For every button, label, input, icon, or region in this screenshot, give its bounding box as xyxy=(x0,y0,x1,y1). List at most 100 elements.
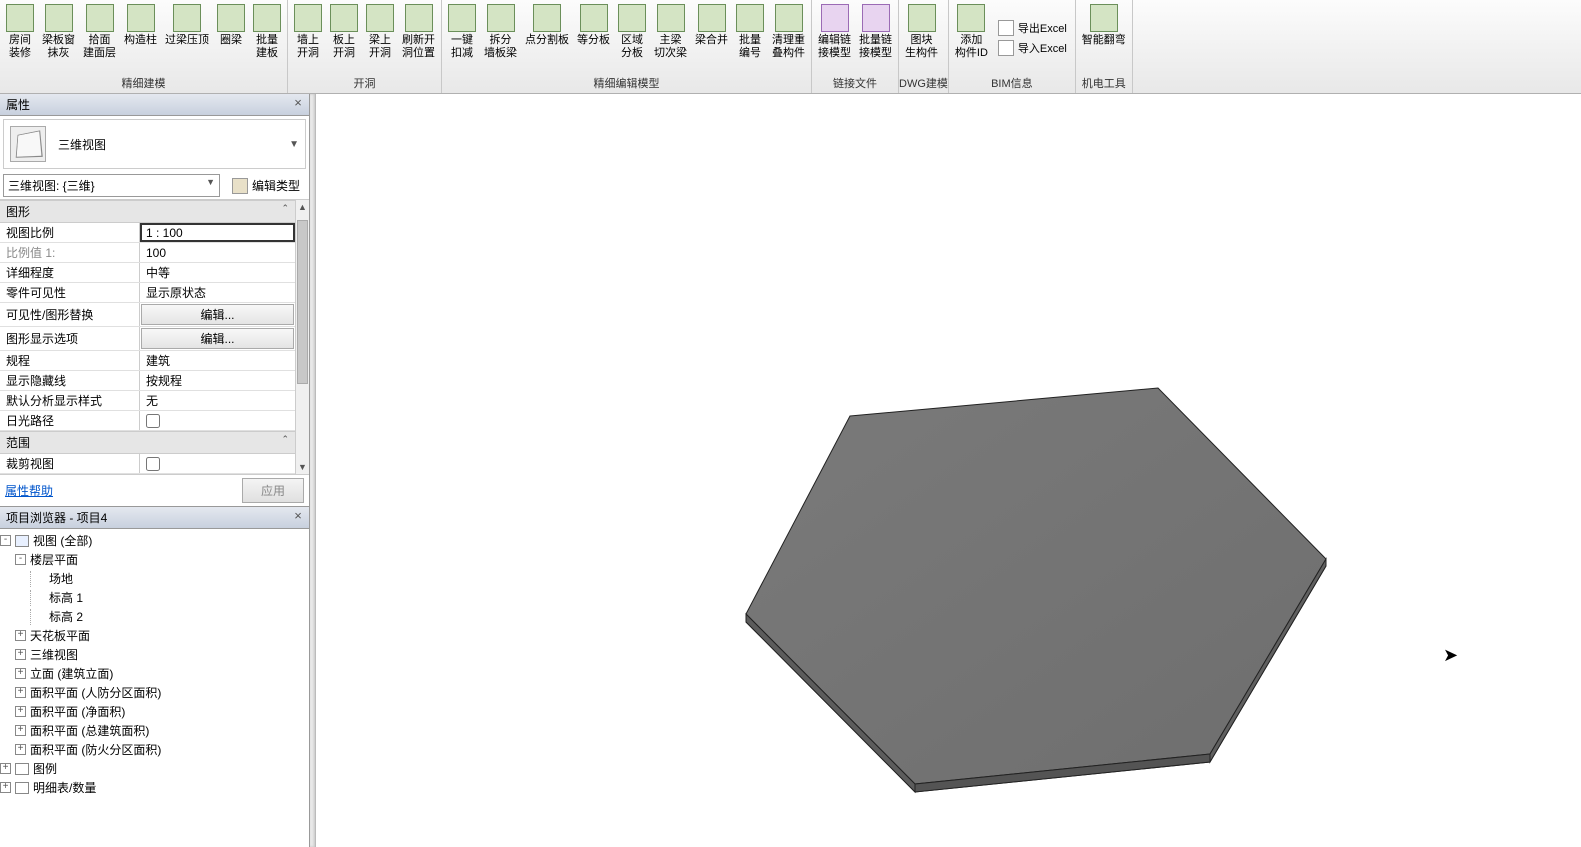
tree-node[interactable]: -楼层平面 xyxy=(0,550,309,569)
property-edit-button[interactable]: 编辑... xyxy=(141,304,294,325)
tree-node[interactable]: +图例 xyxy=(0,759,309,778)
close-icon[interactable]: × xyxy=(290,508,306,524)
property-value[interactable]: 建筑 xyxy=(140,351,295,370)
tool-icon xyxy=(253,4,281,32)
property-value[interactable]: 无 xyxy=(140,391,295,410)
tree-node[interactable]: + 面积平面 (防火分区面积) xyxy=(0,740,309,759)
property-row: 显示隐藏线按规程 xyxy=(0,371,295,391)
tree-node[interactable]: +三维视图 xyxy=(0,645,309,664)
ribbon-button[interactable]: 添加 构件ID xyxy=(951,2,992,73)
property-value[interactable]: 1 : 100 xyxy=(140,223,295,242)
ribbon-small-button[interactable]: 导入Excel xyxy=(992,38,1073,58)
ribbon-button-label: 主梁 切次梁 xyxy=(654,34,687,60)
property-category-header[interactable]: 图形⌃ xyxy=(0,200,295,223)
property-value[interactable]: 显示原状态 xyxy=(140,283,295,302)
tool-icon xyxy=(775,4,803,32)
excel-icon xyxy=(998,20,1014,36)
expand-icon[interactable]: + xyxy=(15,630,26,641)
tool-icon xyxy=(86,4,114,32)
view-canvas[interactable]: ➤ xyxy=(310,94,1581,847)
ribbon-button[interactable]: 图块 生构件 xyxy=(901,2,942,73)
scrollbar-thumb[interactable] xyxy=(297,220,308,384)
ribbon-small-label: 导出Excel xyxy=(1018,20,1067,36)
ribbon-button[interactable]: 智能翻弯 xyxy=(1078,2,1130,73)
ribbon-button[interactable]: 梁合并 xyxy=(691,2,732,73)
property-category-header[interactable]: 范围⌃ xyxy=(0,431,295,454)
ribbon-button[interactable]: 房间 装修 xyxy=(2,2,38,73)
project-browser-tree[interactable]: -视图 (全部)-楼层平面场地标高 1 标高 2+天花板平面+三维视图+立面 (建… xyxy=(0,529,309,847)
property-value[interactable]: 中等 xyxy=(140,263,295,282)
tree-node[interactable]: +天花板平面 xyxy=(0,626,309,645)
property-value[interactable] xyxy=(140,411,295,430)
apply-button[interactable]: 应用 xyxy=(242,478,304,503)
ribbon-button-label: 圈梁 xyxy=(220,34,242,47)
expand-icon[interactable]: + xyxy=(15,687,26,698)
edit-type-button[interactable]: 编辑类型 xyxy=(226,175,306,196)
tree-node[interactable]: +面积平面 (总建筑面积) xyxy=(0,721,309,740)
ribbon-button[interactable]: 梁板窗 抹灰 xyxy=(38,2,79,73)
expand-icon[interactable]: + xyxy=(0,782,11,793)
tree-node[interactable]: 场地 xyxy=(0,569,309,588)
expand-icon[interactable]: + xyxy=(0,763,11,774)
ribbon-button[interactable]: 批量 编号 xyxy=(732,2,768,73)
properties-help-link[interactable]: 属性帮助 xyxy=(5,482,53,499)
ribbon-button[interactable]: 过梁压顶 xyxy=(161,2,213,73)
ribbon-button[interactable]: 点分割板 xyxy=(521,2,573,73)
ribbon-button[interactable]: 梁上 开洞 xyxy=(362,2,398,73)
ribbon-button[interactable]: 清理重 叠构件 xyxy=(768,2,809,73)
tree-node[interactable]: +明细表/数量 xyxy=(0,778,309,797)
scroll-up-icon[interactable]: ▲ xyxy=(296,200,309,214)
type-selector[interactable]: 三维视图 ▼ xyxy=(3,119,306,169)
close-icon[interactable]: × xyxy=(290,95,306,111)
ribbon-button-label: 拾面 建面层 xyxy=(83,34,116,60)
ribbon-button[interactable]: 主梁 切次梁 xyxy=(650,2,691,73)
collapse-icon[interactable]: - xyxy=(15,554,26,565)
ribbon-button[interactable]: 批量 建板 xyxy=(249,2,285,73)
tree-node[interactable]: -视图 (全部) xyxy=(0,531,309,550)
ribbon-button[interactable]: 圈梁 xyxy=(213,2,249,73)
collapse-icon[interactable]: - xyxy=(0,535,11,546)
ribbon-small-button[interactable]: 导出Excel xyxy=(992,18,1073,38)
property-edit-button[interactable]: 编辑... xyxy=(141,328,294,349)
ribbon-button[interactable]: 板上 开洞 xyxy=(326,2,362,73)
ribbon-button[interactable]: 一键 扣减 xyxy=(444,2,480,73)
tool-icon xyxy=(1090,4,1118,32)
collapse-icon[interactable]: ⌃ xyxy=(281,203,289,214)
property-checkbox[interactable] xyxy=(146,457,160,471)
tree-node[interactable]: 标高 1 xyxy=(0,588,309,607)
ribbon-button[interactable]: 区域 分板 xyxy=(614,2,650,73)
property-value[interactable] xyxy=(140,454,295,473)
ribbon-group-title: DWG建模 xyxy=(899,73,948,93)
expand-icon[interactable]: + xyxy=(15,725,26,736)
property-value[interactable]: 按规程 xyxy=(140,371,295,390)
property-checkbox[interactable] xyxy=(146,414,160,428)
instance-dropdown[interactable]: 三维视图: {三维} ▼ xyxy=(3,174,220,197)
tool-icon xyxy=(217,4,245,32)
tool-icon xyxy=(330,4,358,32)
collapse-icon[interactable]: ⌃ xyxy=(281,434,289,445)
ribbon-button[interactable]: 拾面 建面层 xyxy=(79,2,120,73)
ribbon-button[interactable]: 编辑链 接模型 xyxy=(814,2,855,73)
tree-node-label: 标高 1 xyxy=(49,589,83,606)
ribbon-button[interactable]: 批量链 接模型 xyxy=(855,2,896,73)
expand-icon[interactable]: + xyxy=(15,668,26,679)
scrollbar[interactable]: ▲ ▼ xyxy=(295,200,309,474)
tree-node[interactable]: +面积平面 (净面积) xyxy=(0,702,309,721)
scroll-down-icon[interactable]: ▼ xyxy=(296,460,309,474)
ribbon-button[interactable]: 等分板 xyxy=(573,2,614,73)
expand-icon[interactable]: + xyxy=(15,706,26,717)
tree-node[interactable]: +立面 (建筑立面) xyxy=(0,664,309,683)
ribbon-button[interactable]: 墙上 开洞 xyxy=(290,2,326,73)
tree-node[interactable]: +面积平面 (人防分区面积) xyxy=(0,683,309,702)
expand-icon[interactable]: + xyxy=(15,649,26,660)
property-value[interactable]: 100 xyxy=(140,243,295,262)
ribbon-button[interactable]: 构造柱 xyxy=(120,2,161,73)
tree-node-label: 面积平面 (防火分区面积) xyxy=(30,741,161,758)
tree-node[interactable]: 标高 2 xyxy=(0,607,309,626)
project-browser-panel: 项目浏览器 - 项目4 × -视图 (全部)-楼层平面场地标高 1标高 2+天花… xyxy=(0,507,309,847)
ribbon-button[interactable]: 拆分 墙板梁 xyxy=(480,2,521,73)
tool-icon xyxy=(821,4,849,32)
tree-node-label: 标高 2 xyxy=(49,608,83,625)
expand-icon[interactable]: + xyxy=(15,744,26,755)
ribbon-button[interactable]: 刷新开 洞位置 xyxy=(398,2,439,73)
